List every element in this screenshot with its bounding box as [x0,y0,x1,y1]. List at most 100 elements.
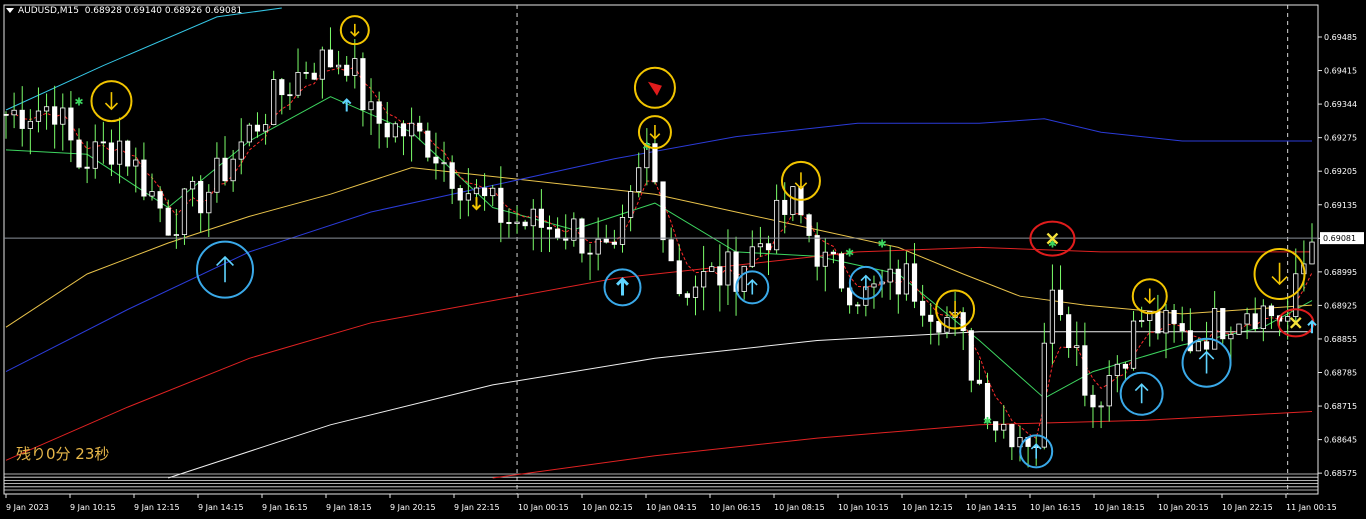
arrow-up-icon [1198,350,1215,374]
ma-line-1 [5,96,1313,399]
candle-body [1001,424,1007,431]
candle-body [830,251,837,255]
y-tick-label: 0.69344 [1324,100,1357,109]
candle-body [538,208,544,228]
candle-body [60,107,66,125]
candle-body [68,107,74,141]
star-marker: ✱ [983,415,992,428]
candle-body [871,283,877,288]
x-tick-label: 11 Jan 00:15 [1286,503,1337,512]
candle-body [1139,320,1145,322]
candle-body [173,234,179,236]
red-arrow-down-icon [647,81,662,96]
candle-body [271,79,277,125]
candle-body [1212,308,1218,350]
candle-body [335,64,342,68]
x-tick-label: 10 Jan 10:15 [838,503,889,512]
candle-body [100,141,106,144]
y-tick-label: 0.69135 [1324,201,1357,210]
candle-body [1114,363,1120,376]
ma-line-4 [5,246,1312,461]
candle-body [408,122,415,137]
candle-body [709,266,715,272]
candle-body [417,122,423,132]
candle-body [19,109,25,129]
candle-body [238,141,244,160]
candle-body [911,263,918,302]
candle-body [254,124,261,132]
candle-body [27,120,33,129]
y-tick-label: 0.68645 [1324,436,1357,445]
y-tick-label: 0.69485 [1324,33,1357,42]
arrow-up-icon [616,277,629,296]
candle-body [506,221,512,224]
x-tick-label: 9 Jan 20:15 [390,503,436,512]
candle-body [668,239,674,262]
candle-body [814,235,820,267]
candle-body [262,124,269,132]
x-tick-label: 10 Jan 06:15 [710,503,761,512]
arrow-down-icon [649,124,661,140]
arrow-up-icon [860,274,872,291]
candle-body [822,251,828,267]
candle-body [108,142,115,165]
candle-body [1074,345,1080,349]
y-tick-label: 0.68785 [1324,369,1357,378]
y-tick-label: 0.69205 [1324,167,1357,176]
candle-body [920,300,926,316]
x-tick-label: 9 Jan 2023 [6,503,49,512]
candle-body [895,268,901,295]
candle-body [189,180,196,190]
candle-body [1057,289,1064,316]
x-tick-label: 9 Jan 22:15 [454,503,500,512]
candle-body [611,241,617,245]
candle-body [52,106,58,125]
candle-body [530,208,536,227]
candle-body [579,218,585,254]
candle-body [571,218,577,241]
candle-body [1309,241,1315,265]
y-tick-label: 0.69275 [1324,134,1357,143]
y-tick-label: 0.69415 [1324,67,1357,76]
x-tick-label: 9 Jan 16:15 [262,503,308,512]
current-price-label: 0.69081 [1323,234,1356,243]
candle-body [725,251,731,286]
candle-body [1203,341,1210,350]
candle-body [3,114,9,116]
x-tick-label: 10 Jan 00:15 [518,503,569,512]
candle-body [116,140,123,165]
candle-body [1082,345,1088,396]
arrow-up-icon [1030,443,1042,459]
candle-body [449,162,455,189]
candle-body [344,64,350,76]
candle-body [782,199,788,215]
small-arrow-down-icon [471,197,482,211]
arrow-up-icon [1134,383,1149,404]
chart-menu-triangle-icon[interactable] [6,8,14,13]
candle-body [757,243,763,248]
candle-body [1090,394,1096,408]
candle-body [903,263,910,295]
candle-body [198,180,204,214]
candle-body [392,123,398,138]
chart-window[interactable]: ✱ ✱ ✱ ✱ ✱ ✱ 0.69485 0.69415 0.69344 0.69275 0.6920… [0,0,1366,519]
candle-body [652,143,658,183]
candle-body [222,157,228,182]
candle-body [514,221,520,224]
candle-body [165,207,171,236]
candle-body [546,227,553,230]
candle-body [465,193,471,201]
candle-body [84,166,90,169]
candle-body [457,188,463,201]
chart-title-bar: AUDUSD,M15 0.68928 0.69140 0.68926 0.690… [6,6,242,16]
candle-body [327,49,334,68]
candle-body [1130,320,1137,369]
candle-body [368,101,374,111]
candle-body [441,162,447,165]
candle-body [319,49,325,80]
candle-body [701,271,707,288]
candle-body [1195,341,1202,352]
candle-body [279,79,285,96]
price-chart[interactable]: ✱✱✱✱✱✱0.694850.694150.693440.692750.6920… [0,0,1366,519]
arrow-down-icon [1271,262,1288,286]
